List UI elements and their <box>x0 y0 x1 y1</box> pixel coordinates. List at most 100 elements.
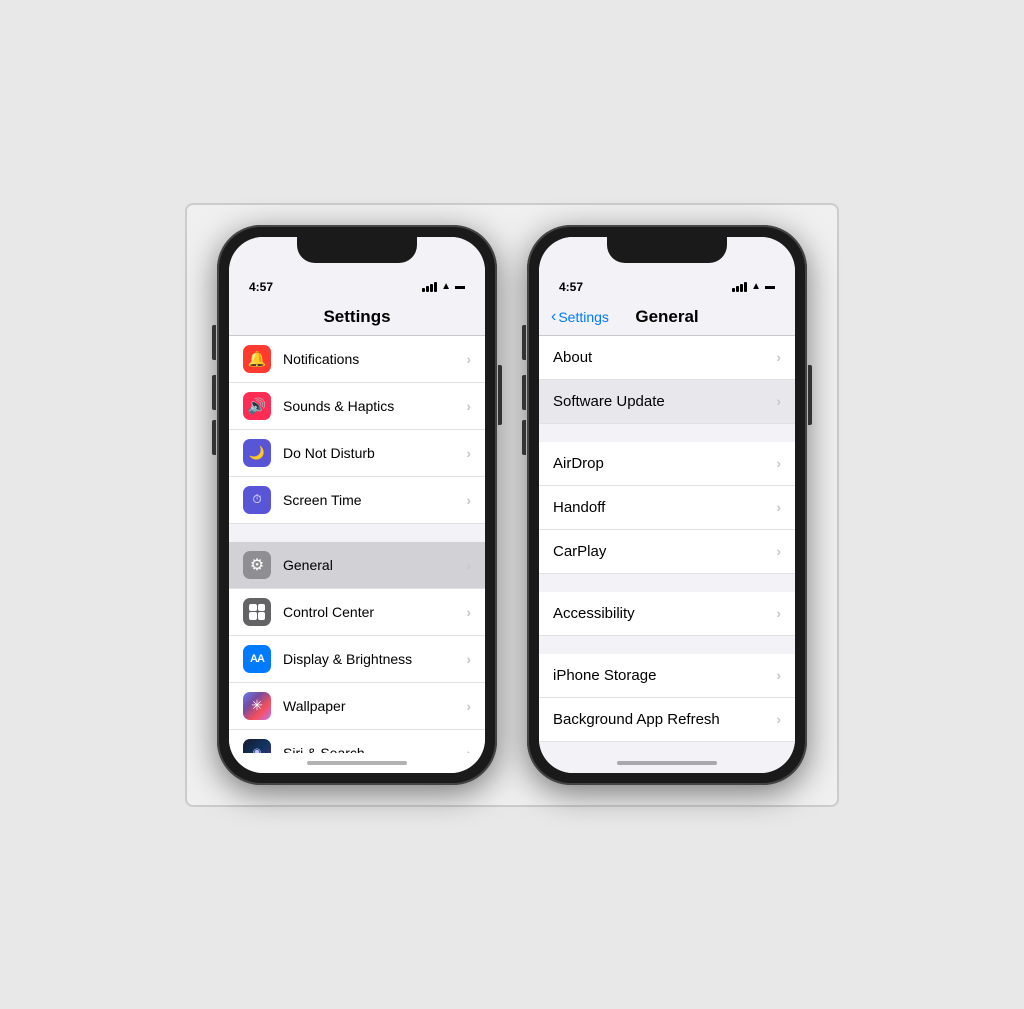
list-item[interactable]: 🌙 Do Not Disturb › <box>229 430 485 477</box>
section-3-right: Accessibility › <box>539 592 795 636</box>
list-item[interactable]: CarPlay › <box>539 530 795 574</box>
chevron-right-icon: › <box>776 711 781 727</box>
list-item[interactable]: Background App Refresh › <box>539 698 795 742</box>
list-item[interactable]: About › <box>539 336 795 380</box>
section-gap <box>539 742 795 753</box>
list-item[interactable]: AirDrop › <box>539 442 795 486</box>
settings-list-left: 🔔 Notifications › 🔊 Sounds & Haptics › 🌙… <box>229 336 485 753</box>
chevron-right-icon: › <box>776 605 781 621</box>
chevron-right-icon: › <box>466 604 471 620</box>
section-1-left: 🔔 Notifications › 🔊 Sounds & Haptics › 🌙… <box>229 336 485 524</box>
list-item[interactable]: Software Update › <box>539 380 795 424</box>
home-indicator-right <box>539 753 795 773</box>
right-screen: 4:57 ▲ ▬ ‹ Settings General <box>539 237 795 773</box>
status-bar-left: 4:57 ▲ ▬ <box>229 273 485 301</box>
page-title-right: General <box>635 307 698 327</box>
outer-frame: 4:57 ▲ ▬ Settings <box>185 203 839 807</box>
accessibility-label: Accessibility <box>553 605 776 622</box>
notifications-label: Notifications <box>283 351 466 367</box>
softwareupdate-label: Software Update <box>553 393 776 410</box>
notifications-icon: 🔔 <box>243 345 271 373</box>
iphonestorage-label: iPhone Storage <box>553 667 776 684</box>
general-label: General <box>283 557 466 573</box>
list-item[interactable]: 🔔 Notifications › <box>229 336 485 383</box>
chevron-right-icon: › <box>466 698 471 714</box>
siri-label: Siri & Search <box>283 745 466 753</box>
section-gap <box>539 636 795 654</box>
right-iphone: 4:57 ▲ ▬ ‹ Settings General <box>527 225 807 785</box>
dnd-label: Do Not Disturb <box>283 445 466 461</box>
wifi-icon-right: ▲ <box>751 281 761 292</box>
signal-right <box>732 282 747 292</box>
controlcenter-icon <box>243 598 271 626</box>
section-1-right: About › Software Update › <box>539 336 795 424</box>
signal-left <box>422 282 437 292</box>
list-item[interactable]: AA Display & Brightness › <box>229 636 485 683</box>
status-icons-right: ▲ ▬ <box>732 281 775 292</box>
displaybrightness-label: Display & Brightness <box>283 651 466 667</box>
section-4-right: iPhone Storage › Background App Refresh … <box>539 654 795 742</box>
chevron-right-icon: › <box>776 455 781 471</box>
wallpaper-label: Wallpaper <box>283 698 466 714</box>
bgapprefresh-label: Background App Refresh <box>553 711 776 728</box>
chevron-right-icon: › <box>776 543 781 559</box>
section-gap <box>539 424 795 442</box>
sounds-label: Sounds & Haptics <box>283 398 466 414</box>
chevron-right-icon: › <box>466 351 471 367</box>
dnd-icon: 🌙 <box>243 439 271 467</box>
status-bar-right: 4:57 ▲ ▬ <box>539 273 795 301</box>
chevron-right-icon: › <box>466 557 471 573</box>
notch-area-right <box>539 237 795 273</box>
list-item[interactable]: ⚙ General › <box>229 542 485 589</box>
chevron-right-icon: › <box>776 393 781 409</box>
wifi-icon-left: ▲ <box>441 281 451 292</box>
battery-icon-left: ▬ <box>455 281 465 292</box>
general-icon: ⚙ <box>243 551 271 579</box>
section-2-right: AirDrop › Handoff › CarPlay › <box>539 442 795 574</box>
notch-left <box>297 237 417 263</box>
list-item[interactable]: Control Center › <box>229 589 485 636</box>
screentime-icon: ⏱ <box>243 486 271 514</box>
time-left: 4:57 <box>249 280 273 294</box>
back-chevron-icon: ‹ <box>551 308 556 326</box>
list-item[interactable]: Accessibility › <box>539 592 795 636</box>
notch-area-left <box>229 237 485 273</box>
wallpaper-icon: ✳ <box>243 692 271 720</box>
left-iphone: 4:57 ▲ ▬ Settings <box>217 225 497 785</box>
battery-icon-right: ▬ <box>765 281 775 292</box>
home-bar-right <box>617 761 717 765</box>
time-right: 4:57 <box>559 280 583 294</box>
chevron-right-icon: › <box>466 651 471 667</box>
back-button[interactable]: ‹ Settings <box>551 308 609 326</box>
chevron-right-icon: › <box>466 492 471 508</box>
section-2-left: ⚙ General › Contro <box>229 542 485 753</box>
back-label: Settings <box>558 309 609 325</box>
page-title-left: Settings <box>323 307 390 326</box>
airdrop-label: AirDrop <box>553 455 776 472</box>
about-label: About <box>553 349 776 366</box>
section-gap <box>539 574 795 592</box>
list-item[interactable]: ⏱ Screen Time › <box>229 477 485 524</box>
list-item[interactable]: ◉ Siri & Search › <box>229 730 485 753</box>
status-icons-left: ▲ ▬ <box>422 281 465 292</box>
sounds-icon: 🔊 <box>243 392 271 420</box>
list-item[interactable]: ✳ Wallpaper › <box>229 683 485 730</box>
carplay-label: CarPlay <box>553 543 776 560</box>
list-item[interactable]: 🔊 Sounds & Haptics › <box>229 383 485 430</box>
controlcenter-label: Control Center <box>283 604 466 620</box>
settings-list-right: About › Software Update › AirDrop › <box>539 336 795 753</box>
chevron-right-icon: › <box>776 667 781 683</box>
chevron-right-icon: › <box>466 445 471 461</box>
screentime-label: Screen Time <box>283 492 466 508</box>
home-bar-left <box>307 761 407 765</box>
list-item[interactable]: iPhone Storage › <box>539 654 795 698</box>
list-item[interactable]: Handoff › <box>539 486 795 530</box>
nav-bar-right: ‹ Settings General <box>539 301 795 336</box>
chevron-right-icon: › <box>466 398 471 414</box>
handoff-label: Handoff <box>553 499 776 516</box>
siri-icon: ◉ <box>243 739 271 753</box>
section-gap <box>229 524 485 542</box>
home-indicator-left <box>229 753 485 773</box>
displaybrightness-icon: AA <box>243 645 271 673</box>
chevron-right-icon: › <box>776 349 781 365</box>
